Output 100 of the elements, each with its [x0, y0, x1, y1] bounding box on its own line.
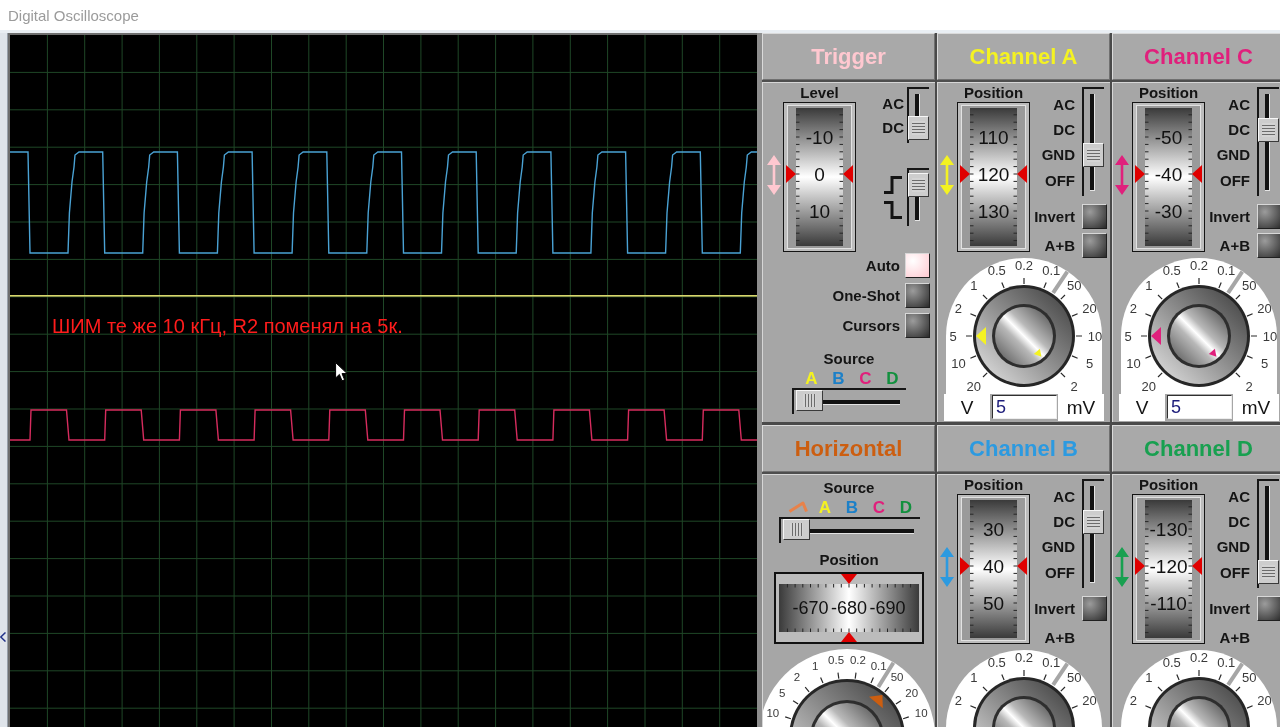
slope-switch[interactable] — [907, 168, 929, 226]
toggle-button[interactable] — [905, 253, 930, 278]
pointer-icon — [960, 557, 970, 575]
scale-number: 50 — [982, 592, 1005, 614]
scale-label: 0.5 — [987, 654, 1006, 670]
toggle-button[interactable] — [1257, 204, 1280, 230]
source-option: D — [886, 368, 899, 388]
source-slider[interactable] — [778, 517, 920, 543]
pointer-icon — [1135, 557, 1145, 575]
coupling-switch[interactable] — [1082, 87, 1104, 197]
unit-label: V — [944, 394, 990, 421]
annotation-text: ШИМ те же 10 кГц, R2 поменял на 5к. — [52, 315, 403, 337]
position-drum[interactable] — [1132, 494, 1205, 644]
button-label: Invert — [1034, 600, 1075, 618]
slider-thumb[interactable] — [782, 519, 810, 540]
position-drum[interactable] — [774, 572, 924, 644]
position-drum[interactable] — [957, 494, 1030, 644]
button-label: Invert — [1209, 208, 1250, 226]
unit-label: mV — [1233, 394, 1279, 421]
scale-label: 1 — [970, 278, 978, 294]
coupling-switch[interactable] — [1257, 87, 1279, 197]
coupling-switch[interactable] — [1082, 479, 1104, 589]
window-title: Digital Oscilloscope — [8, 6, 139, 24]
unit-label: V — [1119, 394, 1165, 421]
drum-title: Position — [819, 551, 879, 569]
coupling-switch[interactable] — [907, 87, 929, 143]
pointer-icon — [960, 165, 970, 183]
scale-number: 30 — [982, 518, 1005, 540]
double-arrow-icon — [1115, 547, 1129, 587]
slider-thumb[interactable] — [796, 390, 823, 411]
scale-label: 2 — [793, 671, 801, 684]
toggle-button[interactable] — [1082, 233, 1107, 259]
scale-label: 20 — [1257, 693, 1272, 709]
double-arrow-icon — [940, 547, 954, 587]
scale-label: 20 — [1082, 301, 1097, 317]
drum-title: Position — [963, 83, 1024, 102]
scale-label: 1 — [1145, 278, 1153, 294]
scale-label: 0.2 — [1189, 258, 1209, 273]
toggle-button[interactable] — [1082, 596, 1107, 622]
scale-number: -40 — [1154, 163, 1183, 185]
scale-number: -50 — [1154, 126, 1183, 148]
pointer-icon — [1192, 165, 1202, 183]
scale-number: -30 — [1154, 200, 1183, 222]
switch-thumb[interactable] — [1083, 509, 1104, 534]
coupling-label: GND — [1041, 146, 1075, 164]
toggle-button[interactable] — [1257, 596, 1280, 622]
scale-number: -110 — [1150, 592, 1187, 614]
source-option: D — [899, 497, 913, 517]
switch-thumb[interactable] — [1083, 142, 1104, 167]
scale-number: -120 — [1149, 555, 1188, 577]
toggle-button[interactable] — [1082, 204, 1107, 230]
coupling-label: AC — [1228, 95, 1250, 113]
scale-label: 50 — [1066, 670, 1082, 686]
coupling-label: GND — [1216, 538, 1250, 556]
scale-number: -130 — [1149, 518, 1188, 540]
coupling-switch[interactable] — [1257, 479, 1279, 589]
scale-label: 10 — [1262, 328, 1278, 344]
pointer-icon — [1017, 557, 1027, 575]
button-label: A+B — [1219, 237, 1250, 255]
scale-label: 5 — [1261, 355, 1269, 371]
toggle-button[interactable] — [905, 313, 930, 338]
coupling-label: GND — [1216, 146, 1250, 164]
scale-number: -670 — [792, 598, 829, 618]
scale-label: 10 — [1087, 328, 1103, 344]
switch-thumb[interactable] — [908, 115, 929, 140]
scale-number: 110 — [978, 126, 1009, 148]
scale-label: 20 — [1082, 693, 1097, 709]
toggle-button[interactable] — [905, 283, 930, 308]
coupling-label: DC — [882, 119, 904, 136]
scale-label: 50 — [1066, 278, 1082, 294]
pointer-icon — [841, 574, 857, 584]
position-drum[interactable] — [957, 102, 1030, 252]
switch-thumb[interactable] — [1258, 117, 1279, 142]
falling-edge-icon — [884, 200, 902, 219]
scale-label: 50 — [1241, 670, 1257, 686]
scale-label: 0.2 — [849, 653, 866, 666]
source-slider[interactable] — [792, 388, 906, 414]
button-label: One-Shot — [832, 287, 900, 304]
position-drum[interactable] — [1132, 102, 1205, 252]
switch-thumb[interactable] — [1258, 560, 1279, 585]
rotary-knob[interactable] — [789, 679, 905, 727]
position-drum[interactable] — [783, 102, 856, 252]
source-option: A — [805, 368, 818, 388]
coupling-label: OFF — [1045, 171, 1075, 189]
value-field[interactable]: 5 — [992, 395, 1057, 419]
coupling-label: DC — [1228, 121, 1250, 138]
scale-number: 0 — [814, 163, 825, 185]
button-label: A+B — [1219, 629, 1250, 647]
coupling-label: DC — [1228, 513, 1250, 530]
value-field[interactable]: 5 — [1167, 395, 1232, 419]
toggle-button[interactable] — [1257, 233, 1280, 259]
switch-thumb[interactable] — [908, 173, 929, 197]
scale-label: 10 — [1126, 355, 1141, 371]
button-label: A+B — [1044, 237, 1075, 255]
scale-label: 5 — [779, 687, 786, 700]
coupling-label: AC — [1053, 487, 1075, 505]
source-option: C — [859, 368, 872, 388]
scale-label: 20 — [1257, 301, 1272, 317]
pointer-icon — [1135, 165, 1145, 183]
scale-label: 0.1 — [1217, 262, 1236, 278]
